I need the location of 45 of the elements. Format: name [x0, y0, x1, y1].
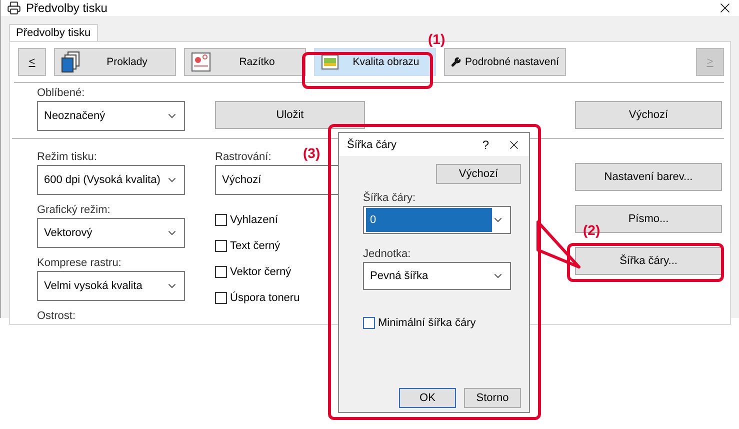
checkbox-label: Úspora toneru [230, 292, 300, 304]
pages-icon [61, 51, 81, 73]
dropdown[interactable]: Vektorový [37, 218, 185, 248]
field-label: Oblíbené: [37, 87, 85, 100]
checkbox[interactable] [215, 214, 227, 226]
checkbox-label: Vyhlazení [230, 214, 278, 226]
default-button[interactable]: Výchozí [436, 164, 521, 184]
window-title: Předvolby tisku [26, 1, 108, 15]
settings-button[interactable]: Šířka čáry... [575, 247, 722, 275]
field-label: Režim tisku: [37, 151, 97, 164]
category-tab[interactable]: Razítko [184, 48, 306, 76]
dropdown[interactable]: Velmi vysoká kvalita [37, 271, 185, 301]
checkbox-label: Text černý [230, 240, 280, 252]
picture-icon [321, 54, 339, 70]
settings-button[interactable]: Nastavení barev... [575, 163, 722, 191]
checkbox[interactable] [215, 292, 227, 304]
field-label: Šířka čáry: [363, 192, 416, 205]
field-label: Ostrost: [37, 310, 76, 323]
tab[interactable]: Předvolby tisku [9, 24, 98, 41]
dialog-button[interactable]: OK [399, 388, 456, 408]
checkbox[interactable] [215, 240, 227, 252]
default-button[interactable]: Výchozí [575, 101, 722, 129]
save-button[interactable]: Uložit [215, 101, 365, 129]
line-width-dropdown[interactable]: 0 [363, 206, 511, 234]
checkbox[interactable] [215, 266, 227, 278]
checkbox[interactable] [363, 317, 375, 329]
callout-number: (3) [303, 145, 320, 161]
previous-button[interactable]: < [18, 48, 46, 76]
unit-dropdown[interactable]: Pevná šířka [363, 262, 511, 290]
stamp-icon [191, 52, 211, 72]
category-tab[interactable]: Proklady [54, 48, 176, 76]
field-label: Grafický režim: [37, 204, 110, 217]
checkbox-label: Minimální šířka čáry [378, 317, 476, 329]
help-button[interactable]: ? [482, 138, 489, 152]
dialog-button[interactable]: Storno [464, 388, 521, 408]
favorites-dropdown[interactable]: Neoznačený [37, 101, 185, 131]
category-tab[interactable]: Podrobné nastavení [444, 48, 566, 76]
dropdown[interactable]: 600 dpi (Vysoká kvalita) [37, 165, 185, 195]
printer-icon [7, 1, 21, 15]
callout-number: (1) [428, 31, 446, 47]
field-label: Jednotka: [363, 248, 411, 261]
dialog-title: Šířka čáry [347, 138, 398, 150]
field-label: Komprese rastru: [37, 257, 122, 270]
checkbox-label: Vektor černý [230, 266, 292, 278]
field-label: Rastrování: [215, 151, 272, 164]
